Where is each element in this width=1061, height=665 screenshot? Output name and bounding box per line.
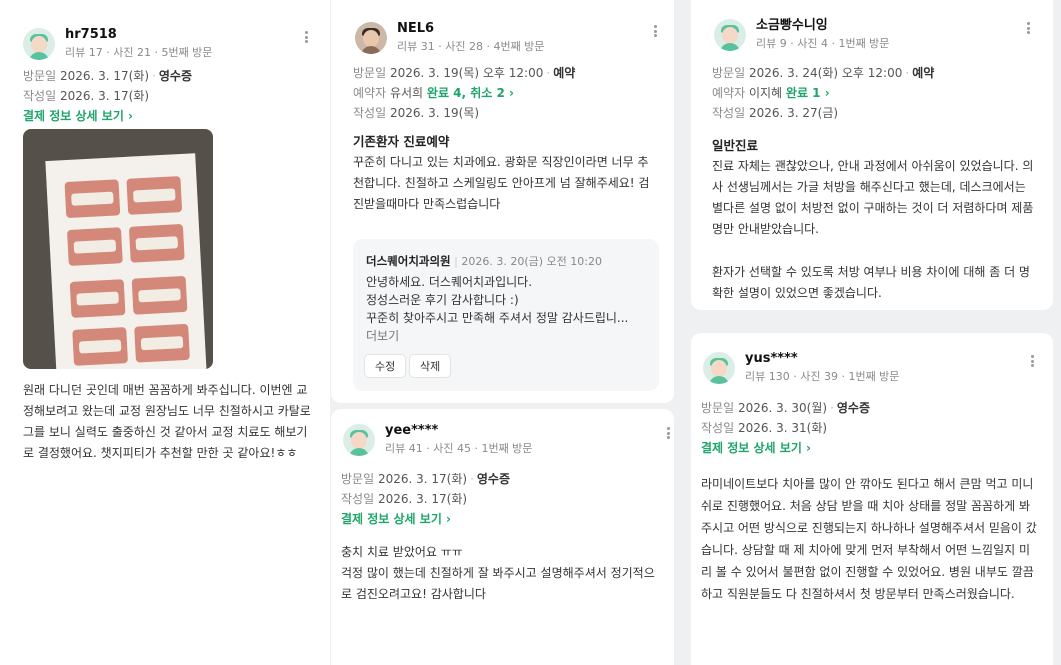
receipt-badge: 영수증 xyxy=(158,69,193,83)
review-meta: 방문일 2026. 3. 17(화) · 영수증 작성일 2026. 3. 17(화… xyxy=(341,469,510,529)
review-body: 꾸준히 다니고 있는 치과에요. 광화문 직장인이라면 너무 추천합니다. 친절… xyxy=(353,155,650,211)
review-header: yee**** 리뷰 41 · 사진 45 · 1번째 방문 xyxy=(343,423,532,456)
review-body: 충치 치료 받았어요 ㅠㅠ 걱정 많이 했는데 친절하게 잘 봐주시고 설명해주… xyxy=(341,545,655,601)
more-options-icon[interactable] xyxy=(662,425,674,441)
receipt-badge: 영수증 xyxy=(476,472,511,486)
review-card: NEL6 리뷰 31 · 사진 28 · 4번째 방문 방문일 2026. 3.… xyxy=(331,0,674,403)
user-stats: 리뷰 130 · 사진 39 · 1번째 방문 xyxy=(745,370,900,383)
owner-reply: 더스퀘어치과의원 | 2026. 3. 20(금) 오전 10:20 안녕하세요… xyxy=(353,239,659,391)
more-link[interactable]: 더보기 xyxy=(366,327,651,345)
user-stats: 리뷰 31 · 사진 28 · 4번째 방문 xyxy=(397,40,545,53)
user-stats: 리뷰 41 · 사진 45 · 1번째 방문 xyxy=(385,442,533,455)
clinic-name: 더스퀘어치과의원 xyxy=(366,254,451,268)
review-meta: 방문일 2026. 3. 19(목) 오후 12:00 · 예약 예약자 유서희 완… xyxy=(353,66,576,120)
payment-detail-link[interactable]: 결제 정보 상세 보기 › xyxy=(701,438,870,458)
more-options-icon[interactable] xyxy=(649,23,661,39)
username[interactable]: yee**** xyxy=(385,423,532,439)
review-card: hr7518 리뷰 17 · 사진 21 · 5번째 방문 방문일 2026. … xyxy=(0,0,330,665)
username[interactable]: hr7518 xyxy=(65,27,212,43)
username[interactable]: NEL6 xyxy=(397,21,544,37)
review-card: yee**** 리뷰 41 · 사진 45 · 1번째 방문 방문일 2026.… xyxy=(331,409,674,665)
payment-detail-link[interactable]: 결제 정보 상세 보기 › xyxy=(23,106,192,126)
reservation-badge: 예약 xyxy=(912,66,935,80)
username[interactable]: yus**** xyxy=(745,351,899,367)
more-options-icon[interactable] xyxy=(1022,20,1034,36)
review-body-continued: 환자가 선택할 수 있도록 처방 여부나 비용 차이에 대해 좀 더 명확한 설… xyxy=(712,265,1030,300)
more-options-icon[interactable] xyxy=(300,29,312,45)
review-header: yus**** 리뷰 130 · 사진 39 · 1번째 방문 xyxy=(703,351,899,384)
review-body: 라미네이트보다 치아를 많이 안 깎아도 된다고 해서 큰맘 먹고 미니쉬로 진… xyxy=(701,477,1037,601)
review-header: hr7518 리뷰 17 · 사진 21 · 5번째 방문 xyxy=(23,27,212,60)
review-meta: 방문일 2026. 3. 24(화) 오후 12:00 · 예약 예약자 이지혜 완… xyxy=(712,66,935,120)
review-meta: 방문일 2026. 3. 30(월) · 영수증 작성일 2026. 3. 31(화… xyxy=(701,398,870,458)
username[interactable]: 소금빵수니잉 xyxy=(756,18,889,34)
review-card: yus**** 리뷰 130 · 사진 39 · 1번째 방문 방문일 2026… xyxy=(691,333,1053,665)
receipt-badge: 영수증 xyxy=(836,401,871,415)
review-title: 기존환자 진료예약 xyxy=(353,134,450,149)
avatar[interactable] xyxy=(343,423,375,456)
review-photo[interactable] xyxy=(23,129,213,369)
edit-button[interactable]: 수정 xyxy=(364,354,407,378)
more-options-icon[interactable] xyxy=(1026,353,1038,369)
review-title: 일반진료 xyxy=(712,138,759,153)
avatar[interactable] xyxy=(714,18,746,51)
reservation-badge: 예약 xyxy=(553,66,576,80)
user-stats: 리뷰 9 · 사진 4 · 1번째 방문 xyxy=(756,37,890,50)
avatar[interactable] xyxy=(23,27,55,60)
review-header: NEL6 리뷰 31 · 사진 28 · 4번째 방문 xyxy=(355,21,544,54)
avatar[interactable] xyxy=(355,21,387,54)
booking-status-link[interactable]: 완료 4, 취소 2 › xyxy=(427,86,514,100)
user-stats: 리뷰 17 · 사진 21 · 5번째 방문 xyxy=(65,46,213,59)
reply-date: 2026. 3. 20(금) 오전 10:20 xyxy=(461,255,602,268)
review-header: 소금빵수니잉 리뷰 9 · 사진 4 · 1번째 방문 xyxy=(714,18,889,51)
review-body: 원래 다니던 곳인데 매번 꼼꼼하게 봐주십니다. 이번엔 교정해보려고 왔는데… xyxy=(23,383,311,460)
review-body: 진료 자체는 괜찮았으나, 안내 과정에서 아쉬움이 있었습니다. 의사 선생님… xyxy=(712,159,1034,236)
review-card: 소금빵수니잉 리뷰 9 · 사진 4 · 1번째 방문 방문일 2026. 3.… xyxy=(691,0,1053,310)
booking-status-link[interactable]: 완료 1 › xyxy=(786,86,830,100)
delete-button[interactable]: 삭제 xyxy=(409,354,452,378)
review-meta: 방문일 2026. 3. 17(화) · 영수증 작성일 2026. 3. 17(화… xyxy=(23,66,192,126)
payment-detail-link[interactable]: 결제 정보 상세 보기 › xyxy=(341,509,510,529)
avatar[interactable] xyxy=(703,351,735,384)
